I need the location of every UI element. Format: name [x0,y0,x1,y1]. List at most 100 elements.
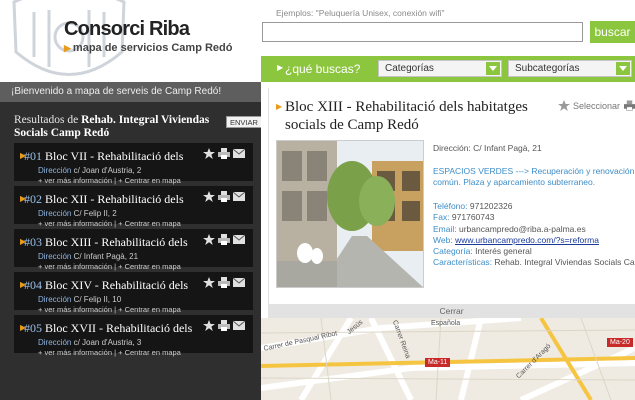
result-item[interactable]: ▶ #02 Bloc XII - Rehabilitació dels Direc… [14,186,253,228]
category-value: Interés general [475,246,532,256]
arrow-right-icon: ▶ [276,102,283,111]
search-hint: Ejemplos: "Peluquería Unisex, conexión w… [276,8,445,18]
subcategorias-value: Subcategorías [515,63,580,74]
result-links[interactable]: + ver más información | + Centrar en map… [38,262,253,271]
category-label: Categoría: [433,246,473,256]
detail-address: Dirección: C/ Infant Pagà, 21 [433,143,542,153]
map-label: Española [431,320,461,327]
arrow-right-icon: ▶ [20,151,27,160]
result-item[interactable]: ▶ #01 Bloc VII - Rehabilitació dels Direc… [14,143,253,185]
print-icon[interactable] [218,191,230,202]
arrow-right-icon: ▶ [20,237,27,246]
search-button[interactable]: buscar [590,21,635,43]
result-title[interactable]: Bloc XVII - Rehabilitació dels [45,321,192,335]
enviar-button[interactable]: ENVIAR [226,116,261,128]
road-shield: Ma-20 [607,338,633,347]
result-item[interactable]: ▶ #03 Bloc XIII - Rehabilitació dels Dire… [14,229,253,271]
star-icon[interactable] [558,100,570,111]
star-icon[interactable] [203,148,215,159]
mail-icon[interactable] [233,277,245,288]
detail-description-2: común. Plaza y aparcamiento subterraneo. [433,177,596,187]
result-number: #04 [24,278,42,292]
address-label: Dirección [38,166,72,175]
address-value: C/ Infant Pagà, 21 [473,143,542,153]
select-link[interactable]: Seleccionar [573,101,620,111]
chevron-down-icon [486,62,500,75]
star-icon[interactable] [203,191,215,202]
map[interactable]: Española Carrer de Pasqual Ribot Carrer … [261,318,635,400]
result-title[interactable]: Bloc XII - Rehabilitació dels [45,192,184,206]
detail-fax: Fax: 971760743 [433,212,494,222]
arrow-right-icon: ▶ [20,323,27,332]
phone-label: Teléfono: [433,201,468,211]
detail-email: Email: urbancampredo@riba.a-palma.es [433,224,586,234]
result-address: C/ Felip II, 10 [73,295,122,304]
result-links[interactable]: + ver más información | + Centrar en map… [38,348,253,357]
brand-subtitle-text: mapa de servicios Camp Redó [72,42,233,54]
brand-subtitle: ▶ mapa de servicios Camp Redó [64,42,232,54]
road-shield: Ma-11 [425,358,451,367]
detail-category: Categoría: Interés general [433,246,532,256]
star-icon[interactable] [203,234,215,245]
mail-icon[interactable] [233,320,245,331]
star-icon[interactable] [203,320,215,331]
welcome-bar: ¡Bienvenido a mapa de serveis de Camp Re… [0,82,261,102]
detail-web: Web: www.urbancampredo.com/?s=reforma [433,235,599,245]
building-photo [276,140,424,288]
result-item[interactable]: ▶ #05 Bloc XVII - Rehabilitació dels Dire… [14,315,253,357]
print-icon[interactable] [218,277,230,288]
result-item[interactable]: ▶ #04 Bloc XIV - Rehabilitació dels Direc… [14,272,253,314]
mail-icon[interactable] [233,191,245,202]
print-icon[interactable] [218,148,230,159]
filter-label: ¿qué buscas? [285,62,361,76]
detail-title: Bloc XIII - Rehabilitació dels habitatge… [285,99,528,133]
arrow-right-icon: ▶ [277,63,284,72]
web-link[interactable]: www.urbancampredo.com/?s=reforma [455,235,599,245]
web-label: Web: [433,235,453,245]
address-label: Dirección [38,209,72,218]
star-icon[interactable] [203,277,215,288]
result-links[interactable]: + ver más información | + Centrar en map… [38,219,253,228]
result-number: #01 [24,149,42,163]
detail-phone: Teléfono: 971202326 [433,201,512,211]
result-address: c/ Joan d'Austria, 3 [73,338,142,347]
result-number: #05 [24,321,42,335]
detail-features: Características: Rehab. Integral Viviend… [433,257,635,267]
email-value[interactable]: urbancampredo@riba.a-palma.es [459,224,586,234]
logo-area: Consorci Riba ▶ mapa de servicios Camp Re… [0,0,261,82]
crest-logo-icon [12,0,126,76]
result-title[interactable]: Bloc VII - Rehabilitació dels [45,149,183,163]
categorias-value: Categorías [385,63,434,74]
close-button[interactable]: Cerrar [268,304,635,318]
address-label: Dirección [38,252,72,261]
features-value: Rehab. Integral Viviendas Socials Camp [494,257,635,267]
print-icon[interactable] [218,320,230,331]
fax-label: Fax: [433,212,450,222]
subcategorias-select[interactable]: Subcategorías [508,60,632,77]
result-title[interactable]: Bloc XIII - Rehabilitació dels [45,235,188,249]
result-links[interactable]: + ver más información | + Centrar en map… [38,305,253,314]
arrow-right-icon: ▶ [64,43,71,53]
chevron-down-icon [616,62,630,75]
print-icon[interactable] [624,100,635,111]
result-number: #02 [24,192,42,206]
brand-name[interactable]: Consorci Riba [64,18,190,41]
fax-value: 971760743 [451,212,495,222]
result-address: c/ Joan d'Austria, 2 [73,166,142,175]
print-icon[interactable] [218,234,230,245]
address-label: Dirección [38,295,72,304]
search-input[interactable] [262,22,583,42]
categorias-select[interactable]: Categorías [378,60,502,77]
arrow-right-icon: ▶ [20,194,27,203]
arrow-right-icon: ▶ [20,280,27,289]
address-label: Dirección: [433,143,471,153]
detail-description: ESPACIOS VERDES ---> Recuperación y reno… [433,166,635,176]
mail-icon[interactable] [233,148,245,159]
result-address: C/ Infant Pagà, 21 [73,252,139,261]
email-label: Email: [433,224,457,234]
result-title[interactable]: Bloc XIV - Rehabilitació dels [45,278,188,292]
mail-icon[interactable] [233,234,245,245]
result-links[interactable]: + ver más información | + Centrar en map… [38,176,253,185]
phone-value: 971202326 [469,201,513,211]
results-prefix: Resultados de [14,114,79,126]
